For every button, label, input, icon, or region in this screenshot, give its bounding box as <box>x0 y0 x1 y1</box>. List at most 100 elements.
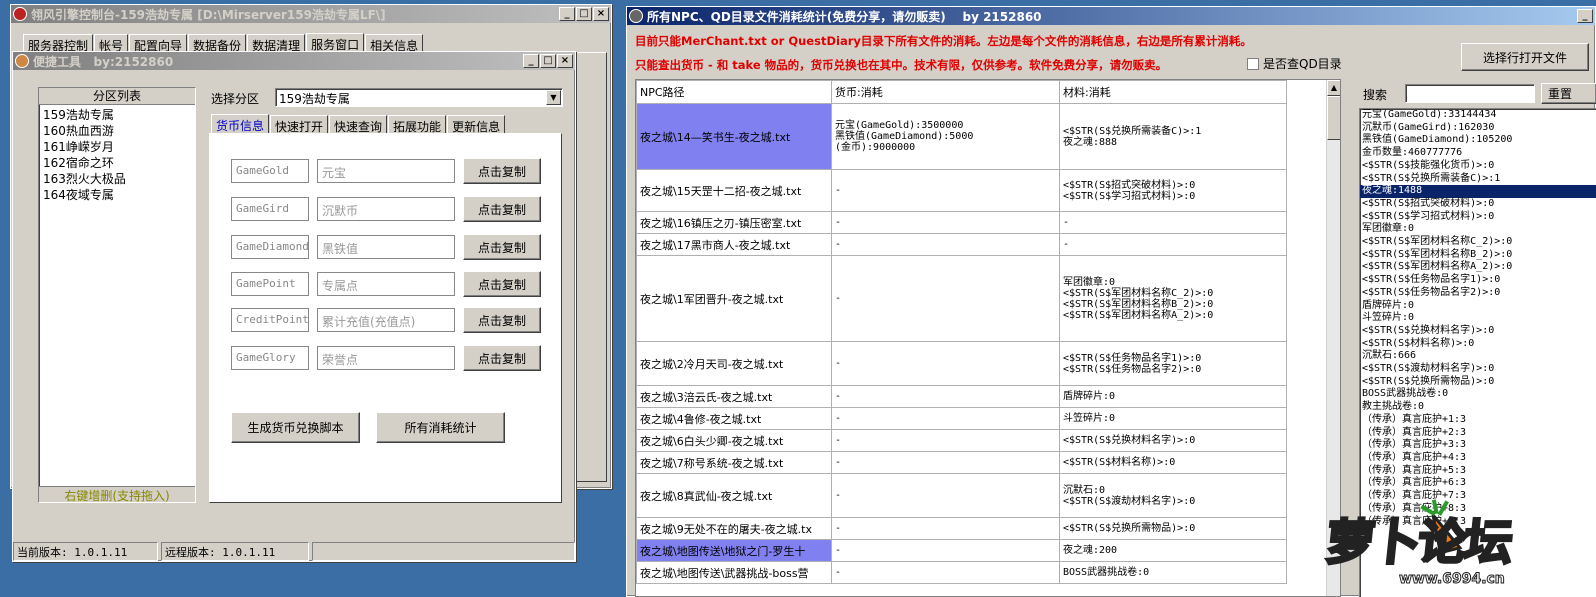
currency-name-field[interactable]: 专属点 <box>317 272 455 296</box>
totals-list-item[interactable]: 元宝(GameGold):33144434 <box>1360 109 1596 122</box>
totals-list-item[interactable]: <$STR(S$兑换所需装备C)>:1 <box>1360 173 1596 186</box>
currency-cell[interactable]: - <box>831 255 1060 342</box>
reset-button[interactable]: 重置 <box>1541 83 1596 104</box>
zone-list-item[interactable]: 163烈火大极品 <box>43 171 191 187</box>
totals-list-item[interactable]: （传承）真言庇护+1:3 <box>1360 414 1596 427</box>
table-row[interactable]: 夜之城\16镇压之刃-镇压密室.txt - - <box>636 211 1287 234</box>
material-cell[interactable]: <$STR(S$兑换材料名字)>:0 <box>1059 429 1287 452</box>
currency-cell[interactable]: - <box>831 211 1060 234</box>
maximize-button[interactable]: □ <box>540 54 556 68</box>
table-row[interactable]: 夜之城\地图传送\武器挑战-boss营 - BOSS武器挑战卷:0 <box>636 561 1287 584</box>
table-row[interactable]: 夜之城\8真武仙-夜之城.txt - 沉默石:0 <$STR(S$渡劫材料名字)>:… <box>636 473 1287 518</box>
npc-path-cell[interactable]: 夜之城\15天罡十二招-夜之城.txt <box>636 169 832 212</box>
totals-list-item[interactable]: 教主挑战卷:0 <box>1360 401 1596 414</box>
currency-key-field[interactable]: GameGlory <box>231 346 309 370</box>
copy-button[interactable]: 点击复制 <box>463 196 541 222</box>
zone-list-item[interactable]: 160热血西游 <box>43 123 191 139</box>
totals-list-item[interactable]: （传承）真言庇护+2:3 <box>1360 427 1596 440</box>
material-cell[interactable]: - <box>1059 233 1287 256</box>
qd-checkbox[interactable]: 是否查QD目录 <box>1247 55 1342 72</box>
stats-titlebar[interactable]: 所有NPC、QD目录文件消耗统计(免费分享，请勿贩卖) by 2152860 _ <box>627 7 1595 25</box>
minimize-button[interactable]: _ <box>523 54 539 68</box>
npc-path-cell[interactable]: 夜之城\17黑市商人-夜之城.txt <box>636 233 832 256</box>
maximize-button[interactable]: □ <box>576 7 592 21</box>
close-button[interactable]: × <box>593 7 609 21</box>
currency-cell[interactable]: - <box>831 233 1060 256</box>
copy-button[interactable]: 点击复制 <box>463 158 541 184</box>
currency-key-field[interactable]: GamePoint <box>231 272 309 296</box>
npc-path-cell[interactable]: 夜之城\14—笑书生-夜之城.txt <box>636 103 832 170</box>
npc-path-cell[interactable]: 夜之城\4鲁修-夜之城.txt <box>636 407 832 430</box>
col-currency[interactable]: 货币:消耗 <box>831 80 1060 104</box>
npc-path-cell[interactable]: 夜之城\2冷月天司-夜之城.txt <box>636 341 832 386</box>
currency-cell[interactable]: - <box>831 169 1060 212</box>
totals-list-item[interactable]: <$STR(S$军团材料名称B_2)>:0 <box>1360 249 1596 262</box>
material-cell[interactable]: 夜之魂:200 <box>1059 539 1287 562</box>
table-row[interactable]: 夜之城\7称号系统-夜之城.txt - <$STR(S$材料名称)>:0 <box>636 451 1287 474</box>
copy-button[interactable]: 点击复制 <box>463 271 541 297</box>
totals-list-item[interactable]: <$STR(S$学习招式材料)>:0 <box>1360 211 1596 224</box>
material-cell[interactable]: 斗笠碎片:0 <box>1059 407 1287 430</box>
material-cell[interactable]: <$STR(S$兑换所需装备C)>:1 夜之魂:888 <box>1059 103 1287 170</box>
npc-path-cell[interactable]: 夜之城\地图传送\地狱之门-罗生十 <box>636 539 832 562</box>
table-row[interactable]: 夜之城\9无处不在的屠夫-夜之城.tx - <$STR(S$兑换所需物品)>:0 <box>636 517 1287 540</box>
checkbox-box[interactable] <box>1247 57 1259 70</box>
currency-name-field[interactable]: 荣誉点 <box>317 346 455 370</box>
totals-list-item[interactable]: 沉默石:666 <box>1360 350 1596 363</box>
table-row[interactable]: 夜之城\6白头少卿-夜之城.txt - <$STR(S$兑换材料名字)>:0 <box>636 429 1287 452</box>
currency-key-field[interactable]: GameGold <box>231 159 309 183</box>
scroll-up-arrow[interactable]: ▲ <box>1327 80 1340 96</box>
totals-list-item[interactable]: <$STR(S$渡劫材料名字)>:0 <box>1360 363 1596 376</box>
material-cell[interactable]: <$STR(S$材料名称)>:0 <box>1059 451 1287 474</box>
totals-list-item[interactable]: <$STR(S$兑换材料名字)>:0 <box>1360 325 1596 338</box>
quick-tool-titlebar[interactable]: 便捷工具 by:2152860 _ □ × <box>13 52 575 70</box>
currency-name-field[interactable]: 元宝 <box>317 159 455 183</box>
totals-list-item[interactable]: <$STR(S$任务物品名字1)>:0 <box>1360 274 1596 287</box>
material-cell[interactable]: BOSS武器挑战卷:0 <box>1059 561 1287 584</box>
totals-list-item[interactable]: <$STR(S$招式突破材料)>:0 <box>1360 198 1596 211</box>
table-row[interactable]: 夜之城\地图传送\地狱之门-罗生十 - 夜之魂:200 <box>636 539 1287 562</box>
totals-list-item[interactable]: BOSS武器挑战卷:0 <box>1360 388 1596 401</box>
npc-path-cell[interactable]: 夜之城\7称号系统-夜之城.txt <box>636 451 832 474</box>
main-console-titlebar[interactable]: 翎风引擎控制台-159浩劫专属 [D:\Mirserver159浩劫专属LF\]… <box>11 5 611 23</box>
zone-select[interactable]: 159浩劫专属 ▼ <box>275 88 563 107</box>
totals-list-item[interactable]: 沉默币(GameGird):162030 <box>1360 122 1596 135</box>
totals-list-item[interactable]: 盾牌碎片:0 <box>1360 300 1596 313</box>
totals-list-item[interactable]: （传承）真言庇护+3:3 <box>1360 439 1596 452</box>
table-row[interactable]: 夜之城\14—笑书生-夜之城.txt 元宝(GameGold):3500000 黑… <box>636 103 1287 170</box>
open-selected-file-button[interactable]: 选择行打开文件 <box>1461 43 1589 71</box>
totals-list-item[interactable]: 斗笠碎片:0 <box>1360 312 1596 325</box>
table-row[interactable]: 夜之城\2冷月天司-夜之城.txt - <$STR(S$任务物品名字1)>:0 <$… <box>636 341 1287 386</box>
copy-button[interactable]: 点击复制 <box>463 307 541 333</box>
material-cell[interactable]: 军团徽章:0 <$STR(S$军团材料名称C_2)>:0 <$STR(S$军团材… <box>1059 255 1287 342</box>
currency-cell[interactable]: - <box>831 407 1060 430</box>
zone-list-item[interactable]: 159浩劫专属 <box>43 107 191 123</box>
copy-button[interactable]: 点击复制 <box>463 234 541 260</box>
material-cell[interactable]: 盾牌碎片:0 <box>1059 385 1287 408</box>
totals-list-item[interactable]: <$STR(S$技能强化货币)>:0 <box>1360 160 1596 173</box>
table-row[interactable]: 夜之城\3涪云氏-夜之城.txt - 盾牌碎片:0 <box>636 385 1287 408</box>
currency-key-field[interactable]: GameGird <box>231 197 309 221</box>
currency-cell[interactable]: - <box>831 429 1060 452</box>
npc-path-cell[interactable]: 夜之城\8真武仙-夜之城.txt <box>636 473 832 518</box>
totals-list-item[interactable]: <$STR(S$军团材料名称C_2)>:0 <box>1360 236 1596 249</box>
zone-list-item[interactable]: 164夜域专属 <box>43 187 191 203</box>
col-npc-path[interactable]: NPC路径 <box>636 80 832 104</box>
totals-list-item[interactable]: <$STR(S$军团材料名称A_2)>:0 <box>1360 261 1596 274</box>
table-row[interactable]: 夜之城\15天罡十二招-夜之城.txt - <$STR(S$招式突破材料)>:0 <… <box>636 169 1287 212</box>
npc-path-cell[interactable]: 夜之城\1军团晋升-夜之城.txt <box>636 255 832 342</box>
currency-cell[interactable]: - <box>831 561 1060 584</box>
currency-name-field[interactable]: 沉默币 <box>317 197 455 221</box>
all-consumption-stats-button[interactable]: 所有消耗统计 <box>376 412 505 443</box>
currency-cell[interactable]: - <box>831 539 1060 562</box>
currency-cell[interactable]: - <box>831 385 1060 408</box>
minimize-button[interactable]: _ <box>559 7 575 21</box>
currency-cell[interactable]: - <box>831 341 1060 386</box>
zone-list-item[interactable]: 162宿命之环 <box>43 155 191 171</box>
currency-cell[interactable]: - <box>831 451 1060 474</box>
currency-cell[interactable]: - <box>831 517 1060 540</box>
totals-list-item[interactable]: 黑铁值(GameDiamond):105200 <box>1360 134 1596 147</box>
currency-key-field[interactable]: GameDiamond <box>231 235 309 259</box>
table-row[interactable]: 夜之城\1军团晋升-夜之城.txt - 军团徽章:0 <$STR(S$军团材料名称C… <box>636 255 1287 342</box>
close-button[interactable]: × <box>557 54 573 68</box>
